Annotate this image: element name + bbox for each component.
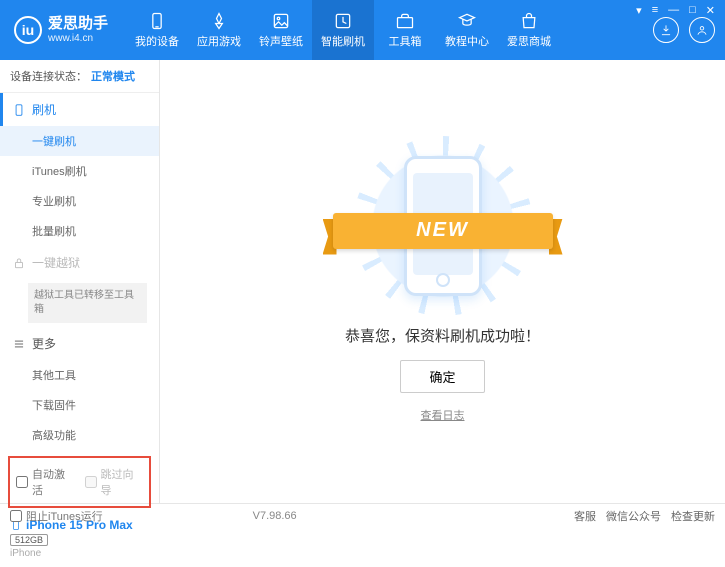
window-minimize-icon[interactable]: — [668,4,679,17]
group-more[interactable]: 更多 [0,327,159,360]
jailbreak-note: 越狱工具已转移至工具箱 [28,283,147,323]
ok-button[interactable]: 确定 [400,360,484,393]
store-icon [519,11,539,31]
app-title: 爱思助手 [48,16,108,33]
status-label: 设备连接状态： [10,71,87,83]
window-close-icon[interactable]: ✕ [706,4,715,17]
sidebar-item-advanced[interactable]: 高级功能 [0,420,159,450]
main-panel: NEW 恭喜您，保资料刷机成功啦！ 确定 查看日志 [160,60,725,503]
phone-icon [12,103,26,117]
app-url: www.i4.cn [48,33,108,44]
nav-label: 工具箱 [389,33,422,49]
user-button[interactable] [689,17,715,43]
nav-label: 爱思商城 [507,33,551,49]
sidebar: 设备连接状态： 正常模式 刷机 一键刷机 iTunes刷机 专业刷机 批量刷机 一… [0,60,160,503]
checkbox-label: 阻止iTunes运行 [26,508,103,524]
window-menu-icon[interactable]: ≡ [652,4,658,17]
header-bar: iu 爱思助手 www.i4.cn 我的设备 应用游戏 铃声壁纸 智能刷机 工具… [0,0,725,60]
toolbox-icon [395,11,415,31]
footer-link-update[interactable]: 检查更新 [671,508,715,524]
version-label: V7.98.66 [253,510,297,522]
group-jailbreak: 一键越狱 [0,246,159,279]
group-label: 更多 [32,335,56,352]
nav-tutorials[interactable]: 教程中心 [436,0,498,60]
menu-icon [12,337,26,351]
device-storage: 512GB [10,534,48,546]
nav-label: 教程中心 [445,33,489,49]
logo-icon: iu [14,16,42,44]
status-mode: 正常模式 [91,71,135,83]
wallpaper-icon [271,11,291,31]
sidebar-item-pro-flash[interactable]: 专业刷机 [0,186,159,216]
nav-store[interactable]: 爱思商城 [498,0,560,60]
nav-toolbox[interactable]: 工具箱 [374,0,436,60]
view-log-link[interactable]: 查看日志 [421,407,465,423]
lock-icon [12,256,26,270]
tutorial-icon [457,11,477,31]
flash-icon [333,11,353,31]
checkbox-label: 跳过向导 [101,466,144,498]
nav-apps-games[interactable]: 应用游戏 [188,0,250,60]
connection-status: 设备连接状态： 正常模式 [0,60,159,93]
footer-link-support[interactable]: 客服 [574,508,596,524]
sidebar-item-other-tools[interactable]: 其他工具 [0,360,159,390]
sidebar-item-itunes-flash[interactable]: iTunes刷机 [0,156,159,186]
group-label: 刷机 [32,101,56,118]
device-type: iPhone [10,548,149,559]
nav-label: 我的设备 [135,33,179,49]
sidebar-item-download-firmware[interactable]: 下载固件 [0,390,159,420]
success-illustration: NEW [353,141,533,311]
checkbox-skip-setup[interactable]: 跳过向导 [85,466,144,498]
success-message: 恭喜您，保资料刷机成功啦！ [345,325,540,346]
nav-label: 铃声壁纸 [259,33,303,49]
nav-ringtone-wallpaper[interactable]: 铃声壁纸 [250,0,312,60]
app-logo: iu 爱思助手 www.i4.cn [14,16,108,44]
sidebar-item-batch-flash[interactable]: 批量刷机 [0,216,159,246]
new-ribbon: NEW [333,213,553,249]
group-label: 一键越狱 [32,254,80,271]
group-flash[interactable]: 刷机 [0,93,159,126]
checkbox-input [85,476,97,488]
apps-icon [209,11,229,31]
window-maximize-icon[interactable]: □ [689,4,696,17]
sidebar-item-oneclick-flash[interactable]: 一键刷机 [0,126,159,156]
window-controls: ▾ ≡ — □ ✕ [636,4,715,17]
options-highlight-box: 自动激活 跳过向导 [8,456,151,508]
device-icon [147,11,167,31]
top-nav: 我的设备 应用游戏 铃声壁纸 智能刷机 工具箱 教程中心 爱思商城 [126,0,560,60]
download-button[interactable] [653,17,679,43]
checkbox-auto-activate[interactable]: 自动激活 [16,466,75,498]
nav-label: 智能刷机 [321,33,365,49]
window-lock-icon[interactable]: ▾ [636,4,642,17]
nav-smart-flash[interactable]: 智能刷机 [312,0,374,60]
checkbox-block-itunes[interactable]: 阻止iTunes运行 [10,508,103,524]
checkbox-input[interactable] [16,476,28,488]
checkbox-label: 自动激活 [32,466,75,498]
nav-label: 应用游戏 [197,33,241,49]
footer-link-wechat[interactable]: 微信公众号 [606,508,661,524]
checkbox-input[interactable] [10,510,22,522]
nav-my-device[interactable]: 我的设备 [126,0,188,60]
